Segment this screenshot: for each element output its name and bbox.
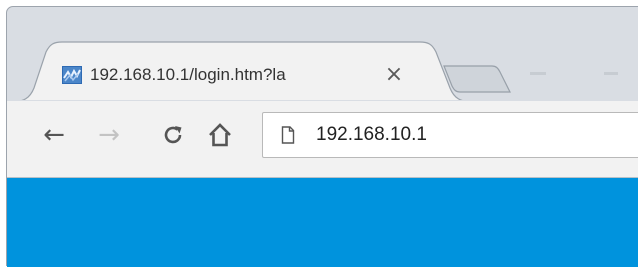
address-bar[interactable]: 192.168.10.1 <box>262 112 638 158</box>
url-text: 192.168.10.1 <box>316 124 427 145</box>
browser-toolbar: ← → 192.168.10.1 <box>7 101 638 177</box>
content-divider <box>7 177 638 178</box>
page-content <box>7 177 638 267</box>
forward-button[interactable]: → <box>93 119 125 151</box>
tab-active[interactable]: 192.168.10.1/login.htm?la <box>62 63 340 87</box>
reload-icon <box>164 126 182 144</box>
back-button[interactable]: ← <box>38 119 70 151</box>
home-icon <box>209 123 231 147</box>
tab-close-icon[interactable]: × <box>384 63 404 87</box>
page-icon <box>281 126 295 144</box>
tabstrip-blur-1 <box>530 72 546 75</box>
reload-button[interactable] <box>157 119 189 151</box>
new-tab-shape <box>443 65 511 93</box>
tabstrip-blur-2 <box>604 72 618 75</box>
home-button[interactable] <box>204 119 236 151</box>
router-favicon-icon <box>62 66 82 84</box>
tab-title: 192.168.10.1/login.htm?la <box>90 65 340 85</box>
